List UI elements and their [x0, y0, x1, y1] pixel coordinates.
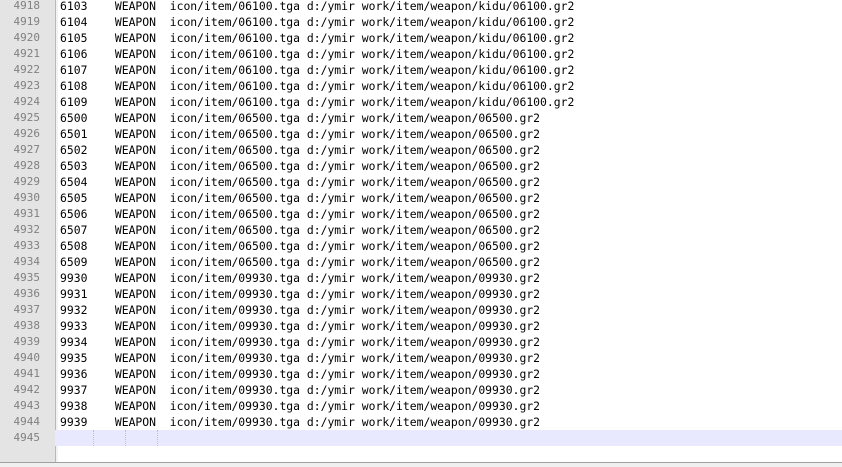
line-text[interactable]: 9935 WEAPON icon/item/09930.tga d:/ymir … [60, 350, 540, 366]
line-number: 4920 [13, 31, 41, 44]
editor-line[interactable]: 4926 6501 WEAPON icon/item/06500.tga d:/y… [0, 126, 842, 142]
line-text[interactable]: 6506 WEAPON icon/item/06500.tga d:/ymir … [60, 206, 540, 222]
line-number: 4944 [13, 415, 41, 428]
line-text[interactable]: 6505 WEAPON icon/item/06500.tga d:/ymir … [60, 190, 540, 206]
line-text[interactable]: 9939 WEAPON icon/item/09930.tga d:/ymir … [60, 414, 540, 430]
line-text[interactable]: 6108 WEAPON icon/item/06100.tga d:/ymir … [60, 78, 574, 94]
indent-guide [125, 430, 126, 446]
line-number: 4937 [13, 303, 41, 316]
line-number: 4924 [13, 95, 41, 108]
line-text[interactable]: 6502 WEAPON icon/item/06500.tga d:/ymir … [60, 142, 540, 158]
editor-line[interactable]: 4935 9930 WEAPON icon/item/09930.tga d:/y… [0, 270, 842, 286]
line-text[interactable]: 6105 WEAPON icon/item/06100.tga d:/ymir … [60, 30, 574, 46]
editor-line[interactable]: 4925 6500 WEAPON icon/item/06500.tga d:/y… [0, 110, 842, 126]
line-text[interactable]: 6104 WEAPON icon/item/06100.tga d:/ymir … [60, 14, 574, 30]
line-number: 4928 [13, 159, 41, 172]
editor-line[interactable]: 4924 6109 WEAPON icon/item/06100.tga d:/y… [0, 94, 842, 110]
line-text[interactable]: 9932 WEAPON icon/item/09930.tga d:/ymir … [60, 302, 540, 318]
line-number: 4933 [13, 239, 41, 252]
editor-line[interactable]: 4928 6503 WEAPON icon/item/06500.tga d:/y… [0, 158, 842, 174]
horizontal-scrollbar[interactable] [0, 462, 842, 467]
line-text[interactable]: 6500 WEAPON icon/item/06500.tga d:/ymir … [60, 110, 540, 126]
line-text[interactable]: 9934 WEAPON icon/item/09930.tga d:/ymir … [60, 334, 540, 350]
text-editor[interactable]: 4918 6103 WEAPON icon/item/06100.tga d:/y… [0, 0, 842, 462]
editor-line[interactable]: 4919 6104 WEAPON icon/item/06100.tga d:/y… [0, 14, 842, 30]
line-number: 4943 [13, 399, 41, 412]
line-text[interactable]: 6509 WEAPON icon/item/06500.tga d:/ymir … [60, 254, 540, 270]
editor-line[interactable]: 4937 9932 WEAPON icon/item/09930.tga d:/y… [0, 302, 842, 318]
line-number: 4939 [13, 335, 41, 348]
editor-line[interactable]: 4922 6107 WEAPON icon/item/06100.tga d:/y… [0, 62, 842, 78]
line-number: 4925 [13, 111, 41, 124]
editor-line[interactable]: 4930 6505 WEAPON icon/item/06500.tga d:/y… [0, 190, 842, 206]
line-number: 4931 [13, 207, 41, 220]
line-number: 4923 [13, 79, 41, 92]
line-text[interactable]: 6503 WEAPON icon/item/06500.tga d:/ymir … [60, 158, 540, 174]
line-number: 4919 [13, 15, 41, 28]
editor-line[interactable]: 4932 6507 WEAPON icon/item/06500.tga d:/y… [0, 222, 842, 238]
line-number: 4926 [13, 127, 41, 140]
editor-line[interactable]: 4918 6103 WEAPON icon/item/06100.tga d:/y… [0, 0, 842, 14]
editor-line[interactable]: 4943 9938 WEAPON icon/item/09930.tga d:/y… [0, 398, 842, 414]
editor-line[interactable]: 4940 9935 WEAPON icon/item/09930.tga d:/y… [0, 350, 842, 366]
editor-lines[interactable]: 4918 6103 WEAPON icon/item/06100.tga d:/y… [0, 0, 842, 446]
line-number: 4942 [13, 383, 41, 396]
line-text[interactable]: 6501 WEAPON icon/item/06500.tga d:/ymir … [60, 126, 540, 142]
line-text[interactable]: 9930 WEAPON icon/item/09930.tga d:/ymir … [60, 270, 540, 286]
editor-line[interactable]: 4920 6105 WEAPON icon/item/06100.tga d:/y… [0, 30, 842, 46]
line-number: 4940 [13, 351, 41, 364]
line-text[interactable]: 6508 WEAPON icon/item/06500.tga d:/ymir … [60, 238, 540, 254]
editor-line[interactable]: 4944 9939 WEAPON icon/item/09930.tga d:/y… [0, 414, 842, 430]
line-text[interactable]: 9938 WEAPON icon/item/09930.tga d:/ymir … [60, 398, 540, 414]
editor-line[interactable]: 4936 9931 WEAPON icon/item/09930.tga d:/y… [0, 286, 842, 302]
line-text[interactable]: 9933 WEAPON icon/item/09930.tga d:/ymir … [60, 318, 540, 334]
editor-line[interactable]: 4933 6508 WEAPON icon/item/06500.tga d:/y… [0, 238, 842, 254]
line-number: 4932 [13, 223, 41, 236]
line-number: 4938 [13, 319, 41, 332]
line-number: 4935 [13, 271, 41, 284]
line-text[interactable]: 9931 WEAPON icon/item/09930.tga d:/ymir … [60, 286, 540, 302]
editor-line[interactable]: 4929 6504 WEAPON icon/item/06500.tga d:/y… [0, 174, 842, 190]
editor-line[interactable]: 4941 9936 WEAPON icon/item/09930.tga d:/y… [0, 366, 842, 382]
line-text[interactable]: 6109 WEAPON icon/item/06100.tga d:/ymir … [60, 94, 574, 110]
line-text[interactable]: 6103 WEAPON icon/item/06100.tga d:/ymir … [60, 0, 574, 14]
line-number: 4941 [13, 367, 41, 380]
line-number: 4927 [13, 143, 41, 156]
editor-line[interactable]: 4931 6506 WEAPON icon/item/06500.tga d:/y… [0, 206, 842, 222]
line-number: 4922 [13, 63, 41, 76]
line-text[interactable]: 9936 WEAPON icon/item/09930.tga d:/ymir … [60, 366, 540, 382]
line-text[interactable]: 6106 WEAPON icon/item/06100.tga d:/ymir … [60, 46, 574, 62]
editor-line[interactable]: 4942 9937 WEAPON icon/item/09930.tga d:/y… [0, 382, 842, 398]
line-text[interactable]: 9937 WEAPON icon/item/09930.tga d:/ymir … [60, 382, 540, 398]
editor-line[interactable]: 4921 6106 WEAPON icon/item/06100.tga d:/y… [0, 46, 842, 62]
line-text[interactable]: 6107 WEAPON icon/item/06100.tga d:/ymir … [60, 62, 574, 78]
line-number: 4921 [13, 47, 41, 60]
line-number: 4936 [13, 287, 41, 300]
line-number: 4918 [13, 0, 41, 12]
indent-guide [157, 430, 158, 446]
line-text[interactable]: 6504 WEAPON icon/item/06500.tga d:/ymir … [60, 174, 540, 190]
current-line[interactable]: 4945 [0, 430, 842, 446]
editor-line[interactable]: 4927 6502 WEAPON icon/item/06500.tga d:/y… [0, 142, 842, 158]
line-number: 4929 [13, 175, 41, 188]
editor-line[interactable]: 4934 6509 WEAPON icon/item/06500.tga d:/y… [0, 254, 842, 270]
line-number: 4930 [13, 191, 41, 204]
editor-line[interactable]: 4923 6108 WEAPON icon/item/06100.tga d:/y… [0, 78, 842, 94]
indent-guide [93, 430, 94, 446]
editor-line[interactable]: 4938 9933 WEAPON icon/item/09930.tga d:/y… [0, 318, 842, 334]
line-number: 4945 [0, 430, 55, 446]
line-number: 4934 [13, 255, 41, 268]
line-text[interactable]: 6507 WEAPON icon/item/06500.tga d:/ymir … [60, 222, 540, 238]
editor-line[interactable]: 4939 9934 WEAPON icon/item/09930.tga d:/y… [0, 334, 842, 350]
